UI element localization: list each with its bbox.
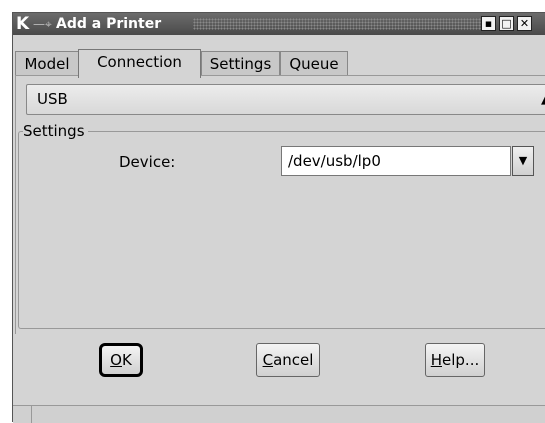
connection-panel: USB ▲ Settings Device: /dev/usb/lp0 ▼: [15, 75, 545, 334]
pin-icon[interactable]: —⌖: [33, 15, 52, 33]
minimize-button[interactable]: ▪: [481, 16, 496, 31]
up-down-arrows-icon: ▲: [541, 85, 545, 114]
title-bar-pattern: [193, 18, 483, 30]
tab-queue[interactable]: Queue: [280, 51, 348, 76]
device-dropdown-button[interactable]: ▼: [512, 146, 534, 176]
connection-type-select[interactable]: USB ▲: [26, 84, 545, 115]
help-mnemonic: H: [430, 351, 443, 369]
connection-type-value: USB: [37, 90, 68, 108]
maximize-button[interactable]: □: [499, 16, 514, 31]
help-label-rest: elp...: [442, 351, 480, 369]
settings-group-title: Settings: [23, 122, 88, 140]
status-divider: [31, 406, 32, 423]
ok-mnemonic: O: [110, 351, 122, 369]
tab-settings[interactable]: Settings: [201, 51, 280, 76]
device-combo-input[interactable]: /dev/usb/lp0: [281, 146, 511, 176]
ok-button[interactable]: OK: [99, 343, 143, 377]
add-printer-window: K —⌖ Add a Printer ▪ □ ✕ Model Connectio…: [12, 12, 545, 423]
status-bar: [13, 405, 545, 423]
chevron-down-icon: ▼: [518, 154, 528, 167]
help-button[interactable]: Help...: [425, 343, 485, 377]
ok-label-rest: K: [121, 351, 132, 369]
kde-app-icon[interactable]: K: [16, 14, 29, 34]
window-title: Add a Printer: [56, 16, 162, 32]
device-value: /dev/usb/lp0: [288, 152, 381, 170]
cancel-mnemonic: C: [262, 351, 274, 369]
title-bar[interactable]: K —⌖ Add a Printer ▪ □ ✕: [13, 13, 545, 35]
tab-model[interactable]: Model: [15, 51, 79, 76]
close-button[interactable]: ✕: [517, 16, 532, 31]
tab-connection[interactable]: Connection: [78, 49, 201, 78]
cancel-label-rest: ancel: [273, 351, 314, 369]
cancel-button[interactable]: Cancel: [256, 343, 320, 377]
device-label: Device:: [119, 153, 176, 171]
settings-group: Settings Device: /dev/usb/lp0 ▼: [18, 122, 545, 329]
